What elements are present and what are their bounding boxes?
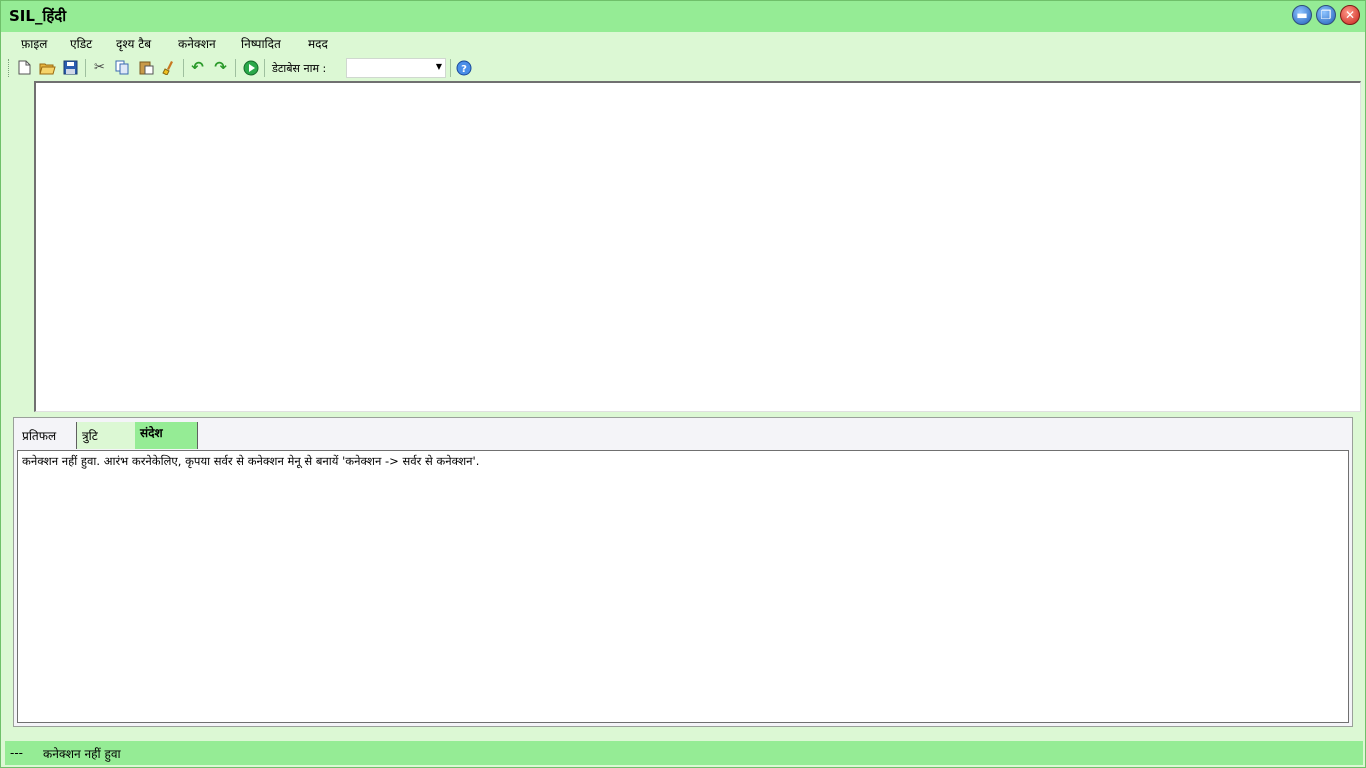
tab-results[interactable]: प्रतिफल [17,422,77,449]
database-name-dropdown[interactable]: ▼ [346,58,446,78]
open-folder-icon[interactable] [39,59,56,76]
toolbar-separator [183,59,184,77]
status-dash: --- [10,746,23,760]
redo-icon[interactable]: ↷ [212,59,229,76]
menu-bar: फ़ाइल एडिट दृश्य टैब कनेक्शन निष्पादित म… [2,32,1364,54]
query-editor[interactable] [34,81,1361,412]
window-title: SIL_हिंदी [9,7,67,25]
editor-gutter [2,81,32,411]
menu-file[interactable]: फ़ाइल [21,35,47,52]
minimize-button[interactable]: ▬ [1292,5,1312,25]
tab-errors-label: त्रुटि [82,429,98,443]
menu-help[interactable]: मदद [308,35,328,52]
copy-icon[interactable] [114,59,131,76]
output-tabs-panel: प्रतिफल त्रुटि संदेश कनेक्शन नहीं हुवा. … [13,417,1353,727]
save-icon[interactable] [62,59,79,76]
chevron-down-icon: ▼ [435,62,442,71]
undo-icon[interactable]: ↶ [189,59,206,76]
status-text: कनेक्शन नहीं हुवा [43,747,121,761]
database-name-label: डेटाबेस नाम : [272,62,327,75]
paste-icon[interactable] [138,59,155,76]
close-icon: ✕ [1344,8,1356,22]
restore-icon: ❐ [1320,8,1332,22]
new-file-icon[interactable] [16,59,33,76]
status-bar: --- कनेक्शन नहीं हुवा [5,741,1363,765]
cut-icon[interactable]: ✂ [91,59,108,76]
messages-pane[interactable]: कनेक्शन नहीं हुवा. आरंभ करनेकेलिए, कृपया… [17,450,1349,723]
toolbar-separator [235,59,236,77]
help-icon[interactable]: ? [455,59,472,76]
toolbar-separator [264,59,265,77]
tab-messages-label: संदेश [140,426,163,440]
execute-icon[interactable] [242,59,259,76]
menu-connection[interactable]: कनेक्शन [178,35,216,52]
clear-icon[interactable] [161,59,178,76]
toolbar-separator [85,59,86,77]
maximize-button[interactable]: ❐ [1316,5,1336,25]
toolbar-grip[interactable] [8,59,11,77]
title-bar: SIL_हिंदी ▬ ❐ ✕ [1,1,1365,32]
tab-errors[interactable]: त्रुटि [77,422,135,449]
menu-view-tab[interactable]: दृश्य टैब [116,35,151,52]
toolbar: ✂ ↶ ↷ डेटाबेस नाम : ▼ ? [2,56,1364,80]
minus-icon: ▬ [1296,8,1308,22]
message-text: कनेक्शन नहीं हुवा. आरंभ करनेकेलिए, कृपया… [22,454,480,468]
close-button[interactable]: ✕ [1340,5,1360,25]
main-window: SIL_हिंदी ▬ ❐ ✕ फ़ाइल एडिट दृश्य टैब कने… [0,0,1366,768]
tab-messages[interactable]: संदेश [135,422,198,449]
menu-edit[interactable]: एडिट [70,35,92,52]
toolbar-separator [450,59,451,77]
menu-execute[interactable]: निष्पादित [241,35,281,52]
tab-results-label: प्रतिफल [22,429,57,443]
svg-text:?: ? [461,64,467,75]
